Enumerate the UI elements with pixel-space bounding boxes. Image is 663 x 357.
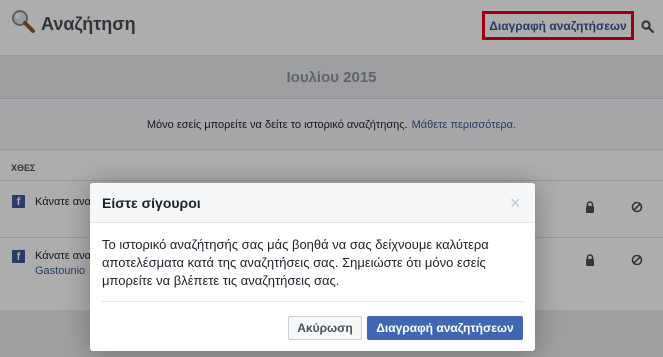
dialog-title: Είστε σίγουροι [102, 195, 201, 211]
close-icon[interactable]: × [510, 194, 521, 212]
dialog-message: Το ιστορικό αναζήτησής σας μάς βοηθά να … [102, 237, 489, 288]
cancel-button[interactable]: Ακύρωση [288, 316, 362, 340]
divider [102, 301, 523, 302]
dialog-header: Είστε σίγουροι × [90, 183, 535, 223]
confirm-dialog: Είστε σίγουροι × Το ιστορικό αναζήτησής … [90, 183, 535, 351]
confirm-clear-button[interactable]: Διαγραφή αναζητήσεων [367, 316, 523, 340]
